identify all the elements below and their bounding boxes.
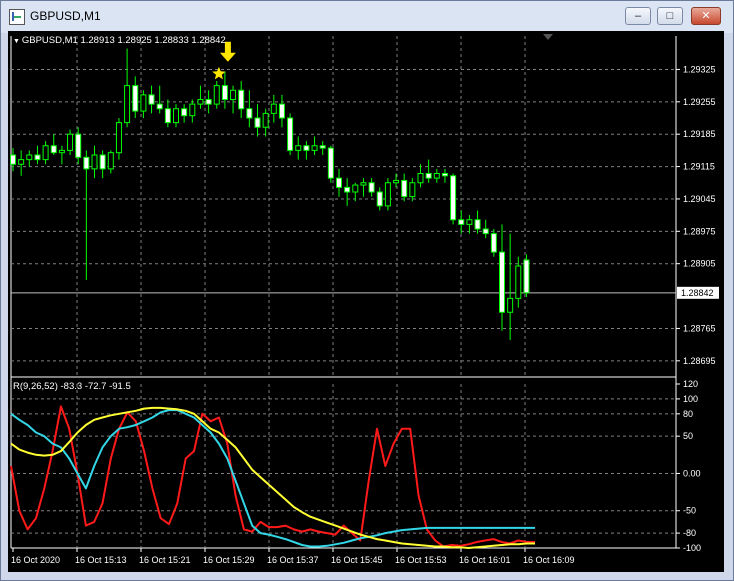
indicator-tick-label: 50 xyxy=(683,431,693,441)
candle-body xyxy=(254,117,261,128)
indicator-tick-label: -50 xyxy=(683,506,696,516)
candle-body xyxy=(181,108,188,117)
candle-body xyxy=(34,154,41,161)
candle-body xyxy=(409,182,416,198)
candle-body xyxy=(42,145,49,161)
candle-body xyxy=(189,103,196,117)
candle-body xyxy=(507,297,514,313)
time-tick-label: 16 Oct 16:01 xyxy=(459,555,511,565)
indicator-tick-label: -80 xyxy=(683,528,696,538)
candle-body xyxy=(466,219,473,225)
candle-body xyxy=(238,89,245,110)
candle-body xyxy=(18,159,25,165)
star-icon xyxy=(212,66,226,80)
candle-body xyxy=(336,177,342,188)
indicator-tick-label: 80 xyxy=(683,409,693,419)
candle-body xyxy=(156,103,163,110)
time-tick-label: 16 Oct 15:29 xyxy=(203,555,255,565)
price-tick-label: 1.28905 xyxy=(683,259,716,269)
candle-body xyxy=(393,179,400,184)
shift-marker-icon xyxy=(543,34,553,40)
time-tick-label: 16 Oct 16:09 xyxy=(523,555,575,565)
candle-body xyxy=(221,85,228,100)
candle-body xyxy=(173,108,179,124)
candle-body xyxy=(230,89,237,100)
candle-body xyxy=(246,108,253,119)
candle-body xyxy=(441,173,448,177)
price-tick-label: 1.29185 xyxy=(683,129,716,139)
candle-body xyxy=(99,154,106,170)
candle-body xyxy=(344,186,351,193)
candle-body xyxy=(262,112,269,128)
candle-body xyxy=(50,145,57,154)
time-tick-label: 16 Oct 15:53 xyxy=(395,555,447,565)
candle-body xyxy=(311,145,318,151)
price-tick-label: 1.29115 xyxy=(683,162,715,172)
candle-body xyxy=(376,191,383,207)
candle-body xyxy=(417,173,424,184)
time-tick-label: 16 Oct 15:37 xyxy=(267,555,319,565)
candle-body xyxy=(490,233,497,253)
candle-body xyxy=(132,85,139,112)
candle-body xyxy=(140,94,147,112)
candle-body xyxy=(115,122,122,154)
candle-body xyxy=(83,156,90,170)
candle-body xyxy=(148,94,155,105)
time-tick-label: 16 Oct 15:13 xyxy=(75,555,127,565)
candle-body xyxy=(401,179,408,198)
candle-body xyxy=(425,173,432,179)
candle-body xyxy=(164,108,171,124)
indicator-info-label: R(9,26,52) -83.3 -72.7 -91.5 xyxy=(13,381,131,392)
indicator-tick-label: 100 xyxy=(683,394,698,404)
price-tick-label: 1.29325 xyxy=(683,64,716,74)
candle-body xyxy=(360,182,367,186)
candle-body xyxy=(433,173,440,179)
candle-body xyxy=(26,154,33,161)
indicator-tick-label: -100 xyxy=(683,543,701,553)
candle-body xyxy=(278,103,285,119)
dropdown-triangle-icon[interactable]: ▼ xyxy=(13,38,22,45)
price-tick-label: 1.28695 xyxy=(683,356,716,366)
candle-body xyxy=(287,117,294,151)
candle-body xyxy=(474,219,481,230)
candle-body xyxy=(352,184,359,193)
candle-body xyxy=(368,182,375,193)
candle-body xyxy=(91,154,98,170)
candle-body xyxy=(523,259,530,294)
candle-body xyxy=(197,99,204,105)
candle-body xyxy=(107,152,114,170)
candle-body xyxy=(515,265,522,299)
candle-body xyxy=(499,251,505,313)
time-tick-label: 16 Oct 15:45 xyxy=(331,555,383,565)
indicator-tick-label: 0.00 xyxy=(683,468,701,478)
candle-body xyxy=(458,219,465,225)
candle-body xyxy=(10,154,16,165)
candle-body xyxy=(319,145,326,149)
chart-svg[interactable]: 16 Oct 2020 16 Oct 15:13 16 Oct 15:21 16 Oc… xyxy=(0,0,734,581)
candle-body xyxy=(205,99,212,105)
time-tick-label: 16 Oct 15:21 xyxy=(139,555,191,565)
symbol-info-label[interactable]: ▼ GBPUSD,M1 1.28913 1.28925 1.28833 1.28… xyxy=(13,35,226,46)
candle-body xyxy=(213,85,220,105)
candle-body xyxy=(295,145,302,151)
candle-body xyxy=(450,175,457,221)
price-tick-label: 1.29045 xyxy=(683,194,716,204)
candle-body xyxy=(75,133,82,158)
candle-body xyxy=(384,182,391,207)
price-tick-label: 1.29255 xyxy=(683,97,716,107)
candle-body xyxy=(327,147,334,179)
oscillator-line-cyan xyxy=(10,409,535,548)
candle-body xyxy=(303,145,310,151)
current-price-label: 1.28842 xyxy=(681,288,714,298)
candle-body xyxy=(124,85,131,124)
candle-body xyxy=(58,149,65,154)
candle-body xyxy=(482,228,489,235)
indicator-tick-label: 120 xyxy=(683,379,698,389)
candle-body xyxy=(67,133,74,151)
price-tick-label: 1.28765 xyxy=(683,323,716,333)
price-tick-label: 1.28975 xyxy=(683,226,716,236)
time-tick-label: 16 Oct 2020 xyxy=(11,555,60,565)
candle-body xyxy=(270,103,277,114)
